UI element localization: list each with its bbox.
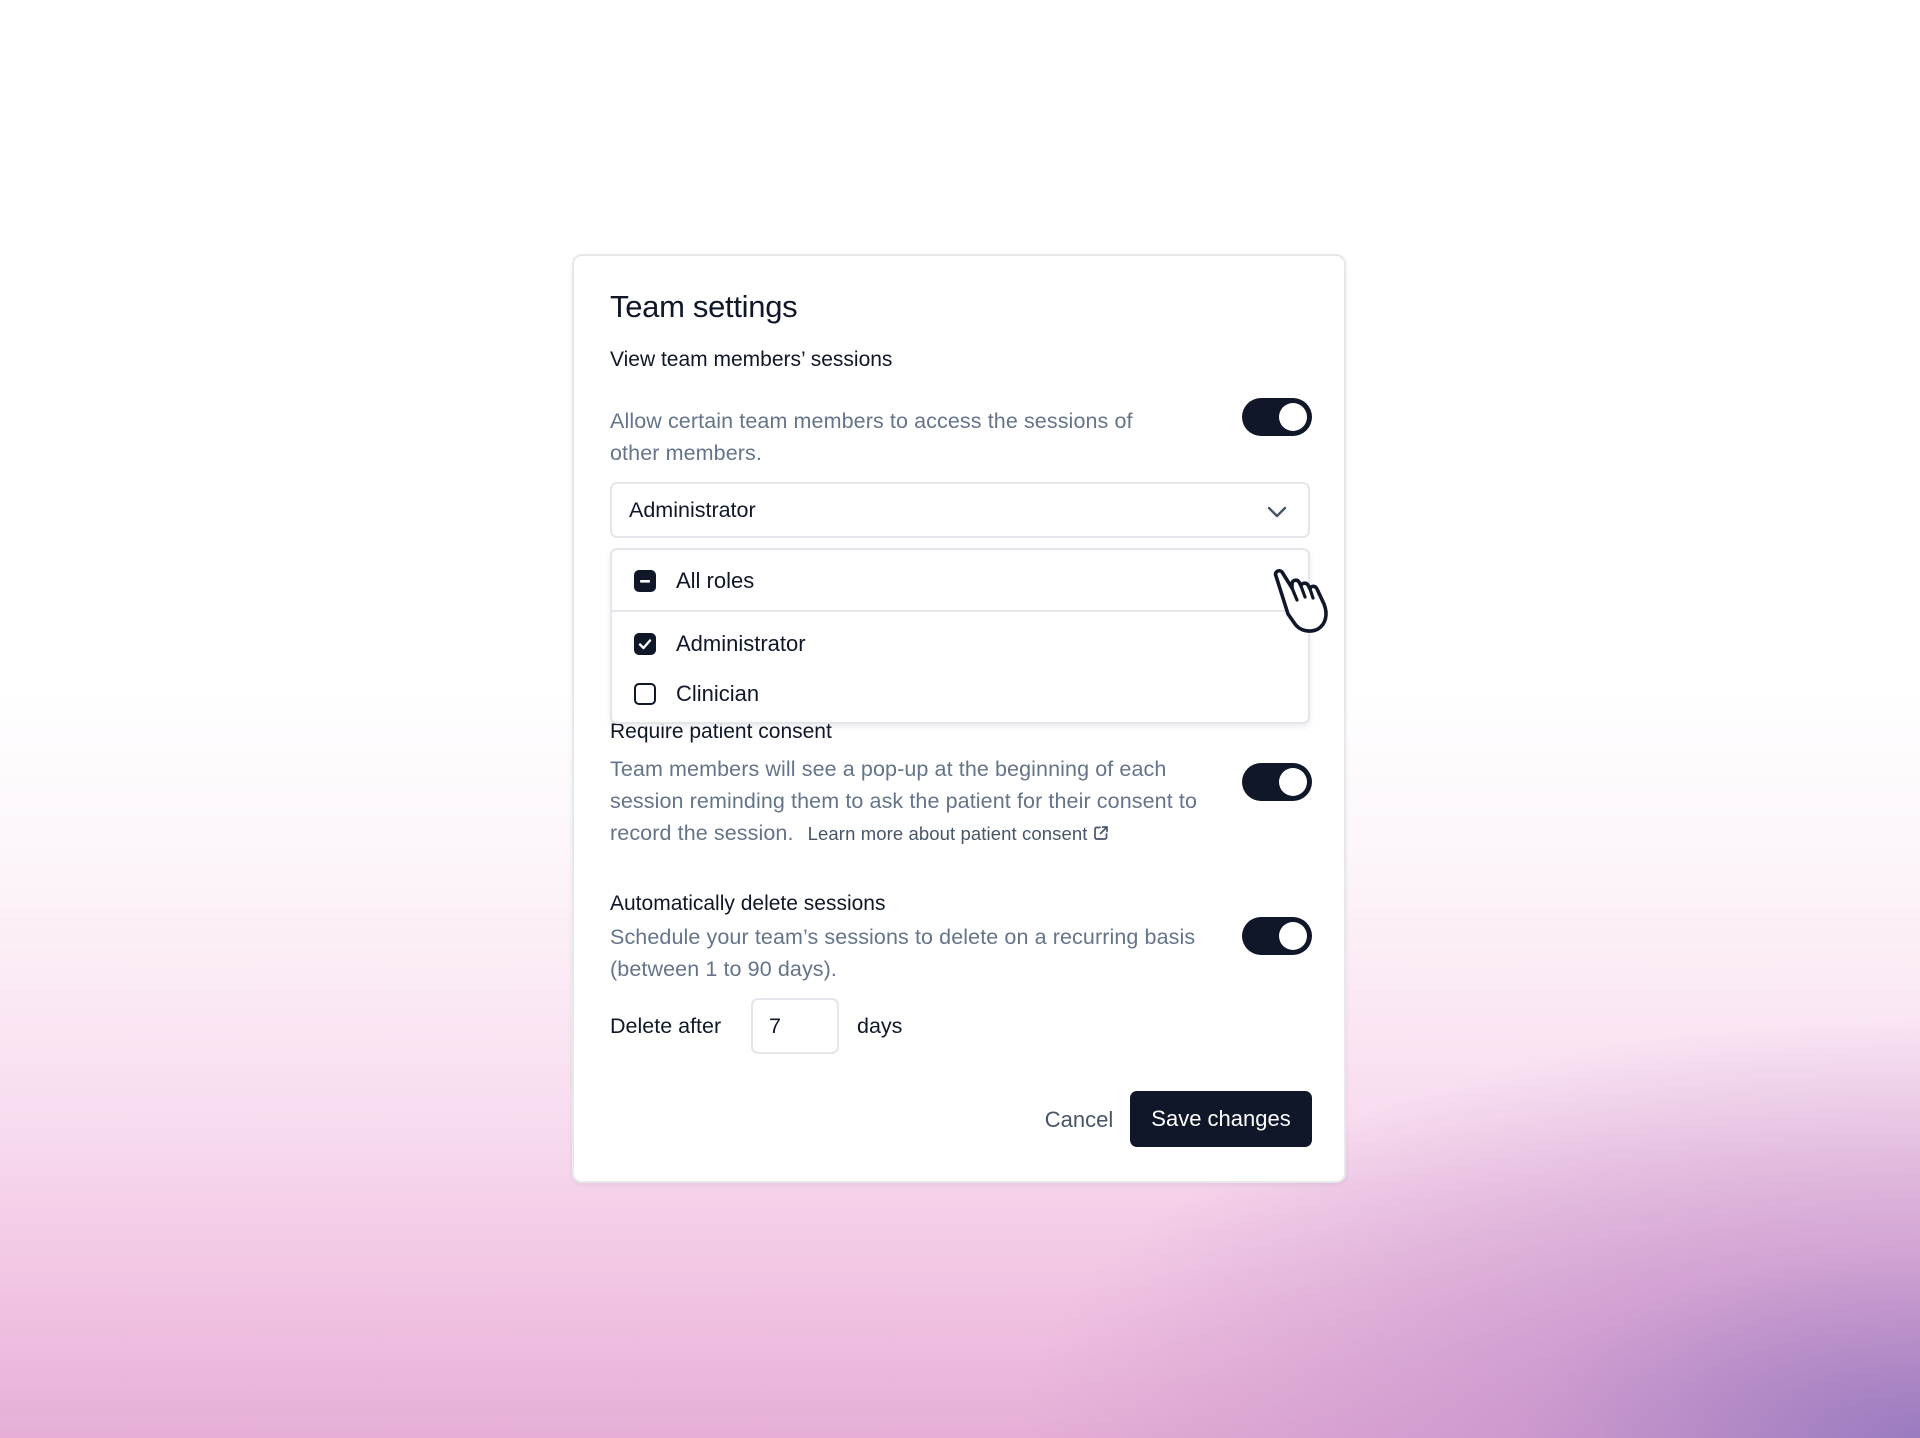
- role-select[interactable]: Administrator: [610, 482, 1310, 538]
- check-icon: [638, 639, 652, 650]
- dialog-title: Team settings: [610, 289, 798, 324]
- learn-more-label: Learn more about patient consent: [807, 823, 1088, 844]
- auto-delete-title: Automatically delete sessions: [610, 892, 886, 915]
- dropdown-option-administrator[interactable]: Administrator: [612, 621, 1308, 665]
- auto-delete-toggle[interactable]: [1242, 917, 1312, 955]
- auto-delete-description: Schedule your team’s sessions to delete …: [610, 925, 1196, 981]
- view-sessions-title: View team members’ sessions: [610, 348, 893, 371]
- external-link-icon: [1093, 826, 1108, 840]
- delete-days-input[interactable]: [751, 998, 839, 1054]
- save-changes-button[interactable]: Save changes: [1130, 1091, 1312, 1147]
- toggle-knob: [1279, 403, 1307, 431]
- option-label: Administrator: [676, 631, 806, 656]
- cancel-button[interactable]: Cancel: [1016, 1092, 1142, 1148]
- toggle-knob: [1279, 768, 1307, 796]
- checkbox-checked[interactable]: [634, 633, 656, 655]
- option-label: Clinician: [676, 681, 760, 706]
- days-unit-label: days: [857, 1014, 903, 1038]
- checkbox-indeterminate[interactable]: [634, 570, 656, 592]
- role-dropdown-menu: All roles Administrator Clinician: [610, 548, 1310, 724]
- dropdown-option-clinician[interactable]: Clinician: [612, 671, 1308, 715]
- checkbox-unchecked[interactable]: [634, 683, 656, 705]
- dropdown-option-all-roles[interactable]: All roles: [612, 558, 1308, 602]
- hand-pointer-cursor-icon: [1273, 569, 1328, 633]
- team-settings-dialog: Team settings View team members’ session…: [572, 254, 1346, 1183]
- patient-consent-toggle[interactable]: [1242, 763, 1312, 801]
- patient-consent-description: Team members will see a pop-up at the be…: [610, 753, 1220, 850]
- toggle-knob: [1279, 922, 1307, 950]
- delete-after-label: Delete after: [610, 1014, 722, 1038]
- option-label: All roles: [676, 568, 755, 593]
- minus-icon: [640, 580, 650, 583]
- dropdown-divider: [612, 610, 1308, 612]
- view-sessions-toggle[interactable]: [1242, 398, 1312, 436]
- learn-more-link[interactable]: Learn more about patient consent: [808, 823, 1110, 844]
- role-select-value: Administrator: [629, 498, 756, 522]
- view-sessions-description: Allow certain team members to access the…: [610, 409, 1133, 465]
- chevron-down-icon: [1267, 506, 1287, 518]
